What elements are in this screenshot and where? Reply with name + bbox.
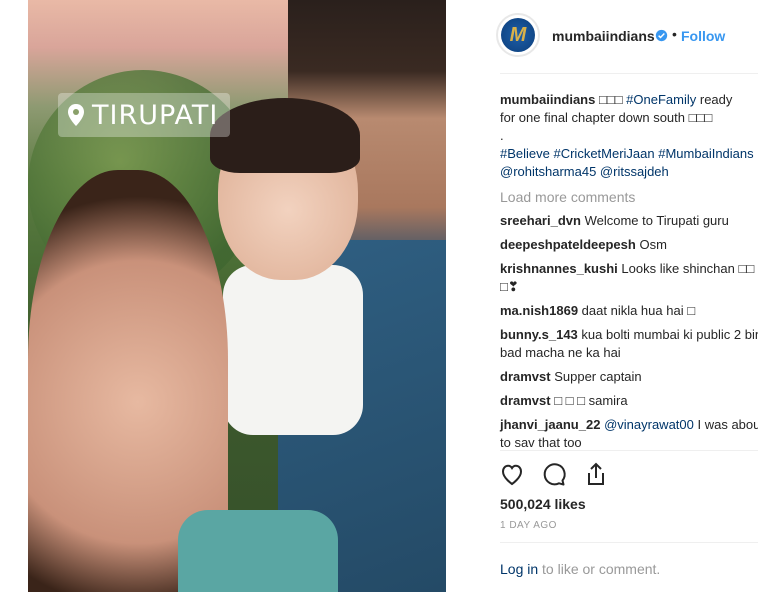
comment-item: deepeshpateldeepesh Osm <box>500 236 758 254</box>
photo-baby-body <box>223 265 363 435</box>
heart-icon[interactable] <box>498 460 526 488</box>
post-side-panel: M mumbaiindians • Follow mumbaiindians □… <box>446 0 758 592</box>
like-count[interactable]: 500,024 likes <box>500 496 586 512</box>
location-pin-icon <box>68 104 84 126</box>
login-text: to like or comment. <box>538 561 661 577</box>
post-photo[interactable]: TIRUPATI <box>28 0 446 592</box>
load-more-comments[interactable]: Load more comments <box>500 188 758 206</box>
divider <box>500 542 758 543</box>
photo-baby-hair <box>210 98 360 173</box>
action-bar <box>498 460 610 488</box>
location-label: TIRUPATI <box>92 99 219 131</box>
follow-button[interactable]: Follow <box>681 28 725 44</box>
hashtag-links[interactable]: #Believe #CricketMeriJaan #MumbaiIndians <box>500 146 754 161</box>
team-logo: M <box>501 18 535 52</box>
caption-username[interactable]: mumbaiindians <box>500 92 595 107</box>
comment-text: daat nikla hua hai □ <box>581 303 696 318</box>
location-sticker: TIRUPATI <box>58 93 231 137</box>
comment-item: jhanvi_jaanu_22 @vinayrawat00 I was abou… <box>500 416 758 452</box>
verified-badge-icon <box>655 29 668 42</box>
caption-line3: . <box>500 128 504 143</box>
mention-link[interactable]: @ritssajdeh <box>600 164 669 179</box>
comment-icon[interactable] <box>540 460 568 488</box>
comment-username[interactable]: dramvst <box>500 393 551 408</box>
share-icon[interactable] <box>582 460 610 488</box>
post-timestamp[interactable]: 1 DAY AGO <box>500 520 557 531</box>
comment-item: sreehari_dvn Welcome to Tirupati guru <box>500 212 758 230</box>
caption-line2: for one final chapter down south □□□ <box>500 110 713 125</box>
login-link[interactable]: Log in <box>500 561 538 577</box>
header-separator: • <box>672 26 677 42</box>
comment-text: □ □ □ samira <box>554 393 628 408</box>
comment-username[interactable]: krishnannes_kushi <box>500 261 618 276</box>
comment-username[interactable]: ma.nish1869 <box>500 303 578 318</box>
comment-username[interactable]: sreehari_dvn <box>500 213 581 228</box>
header-username[interactable]: mumbaiindians <box>552 28 655 44</box>
comment-username[interactable]: dramvst <box>500 369 551 384</box>
photo-woman-dress <box>178 510 338 592</box>
comment-username[interactable]: jhanvi_jaanu_22 <box>500 417 600 432</box>
caption-text: ready <box>696 92 733 107</box>
mention-link[interactable]: @vinayrawat00 <box>604 417 694 432</box>
comment-item: krishnannes_kushi Looks like shinchan □□… <box>500 260 758 296</box>
comment-item: dramvst □ □ □ samira <box>500 392 758 410</box>
comment-item: bunny.s_143 kua bolti mumbai ki public 2… <box>500 326 758 362</box>
caption: mumbaiindians □□□ #OneFamily ready for o… <box>500 91 758 181</box>
divider <box>500 450 758 451</box>
comment-text: Osm <box>639 237 667 252</box>
comment-text: Welcome to Tirupati guru <box>584 213 729 228</box>
mention-link[interactable]: @rohitsharma45 <box>500 164 596 179</box>
divider <box>500 73 758 74</box>
comment-item: dramvst Supper captain <box>500 368 758 386</box>
avatar[interactable]: M <box>496 13 540 57</box>
comment-item: ma.nish1869 daat nikla hua hai □ <box>500 302 758 320</box>
comments-list: mumbaiindians □□□ #OneFamily ready for o… <box>500 91 758 458</box>
hashtag-link[interactable]: #OneFamily <box>626 92 696 107</box>
comment-text: Supper captain <box>554 369 642 384</box>
comment-username[interactable]: deepeshpateldeepesh <box>500 237 636 252</box>
comment-username[interactable]: bunny.s_143 <box>500 327 578 342</box>
login-prompt: Log in to like or comment. <box>500 561 660 577</box>
caption-emoji: □□□ <box>598 92 623 107</box>
